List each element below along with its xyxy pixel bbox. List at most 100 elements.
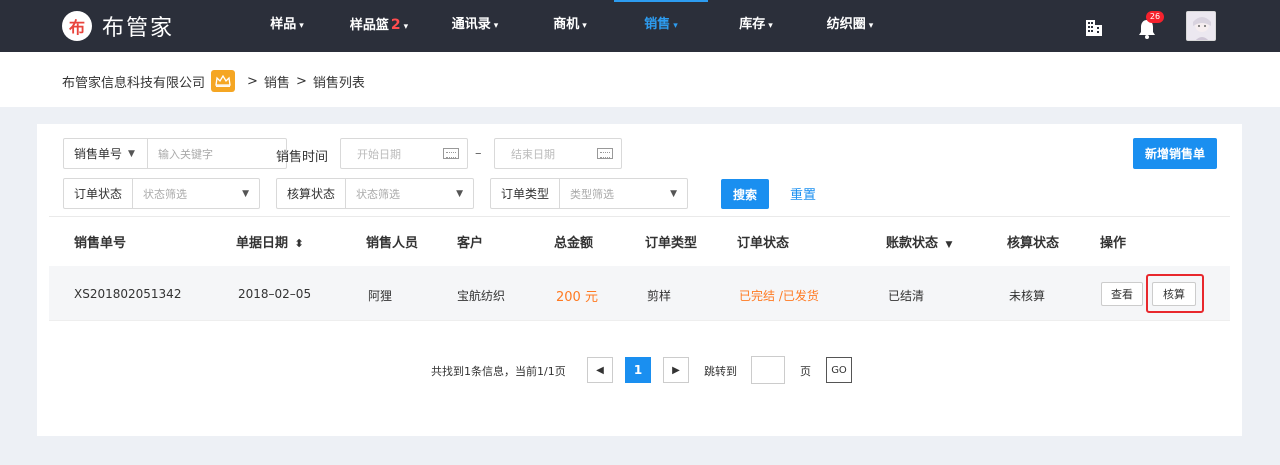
sales-list-panel: 销售单号 ▼ 输入关键字 销售时间 开始日期 – 结束日期 新增销售单 订单状态… [37,124,1242,436]
check-status-filter[interactable]: 核算状态 状态筛选 ▼ [276,178,474,209]
filter-divider [49,216,1230,217]
breadcrumb-separator: > [295,73,307,89]
chevron-down-icon: ▾ [582,21,587,31]
check-status-label: 核算状态 [277,179,347,208]
nav-item-label: 样品篮 [349,18,389,33]
breadcrumb: 布管家信息科技有限公司 > 销售 > 销售列表 [62,70,365,92]
pagination-summary: 共找到1条信息，当前1/1页 [431,365,566,378]
column-header-check-status: 核算状态 [1007,236,1060,251]
chevron-down-icon: ▼ [242,188,249,199]
cell-check-status: 未核算 [1009,289,1046,303]
breadcrumb-company[interactable]: 布管家信息科技有限公司 [62,72,205,91]
notification-count-badge: 26 [1146,11,1164,23]
nav-item-label: 样品 [270,17,297,32]
cell-payment-status: 已结清 [888,289,925,303]
cell-amount: 200 元 [556,290,598,305]
brand-logo-icon: 布 [62,11,92,41]
nav-item-label: 商机 [553,17,580,32]
cell-date: 2018–02–05 [238,287,312,301]
column-header-order-status: 订单状态 [737,236,790,251]
order-status-select[interactable]: 状态筛选 ▼ [133,179,259,208]
nav-item-contacts[interactable]: 通讯录 ▾ [447,0,503,52]
prev-page-button[interactable]: ◀ [587,357,613,383]
calendar-icon [443,148,459,159]
nav-item-textile-circle[interactable]: 纺织圈 ▾ [823,0,877,52]
nav-item-label: 纺织圈 [826,17,866,32]
nav-item-sales[interactable]: 销售 ▾ [614,0,708,52]
top-nav: 布 布管家 样品 ▾ 样品篮 2 ▾ 通讯录 ▾ 商机 ▾ 销售 ▾ 库存 ▾ 纺织圈 ▾ 26 [0,0,1280,52]
chevron-down-icon: ▾ [299,21,304,31]
search-button[interactable]: 搜索 [721,179,769,209]
column-header-date[interactable]: 单据日期 ⬍ [236,232,304,251]
column-header-order-type: 订单类型 [645,236,698,251]
start-date-input[interactable]: 开始日期 [340,138,468,169]
cell-salesperson: 阿狸 [368,289,393,303]
chevron-down-icon: ▾ [673,21,678,31]
check-status-select[interactable]: 状态筛选 ▼ [346,179,473,208]
start-date-placeholder: 开始日期 [357,147,401,161]
date-range-dash: – [475,146,482,161]
nav-item-opportunities[interactable]: 商机 ▾ [550,0,590,52]
check-button[interactable]: 核算 [1152,282,1196,306]
chevron-down-icon: ▾ [403,22,409,32]
column-header-actions: 操作 [1100,236,1127,251]
breadcrumb-separator: > [247,73,258,89]
cell-order-type: 剪样 [647,289,672,303]
sort-icon[interactable]: ⬍ [295,237,304,250]
breadcrumb-bar: 布管家信息科技有限公司 > 销售 > 销售列表 [0,52,1280,107]
building-icon[interactable] [1083,16,1105,38]
next-page-button[interactable]: ▶ [663,357,689,383]
column-header-date-label: 单据日期 [236,236,289,251]
brand-name: 布管家 [102,16,175,41]
chevron-down-icon: ▾ [493,21,499,31]
nav-item-sample-basket[interactable]: 样品篮 2 ▾ [347,0,411,52]
sale-time-label: 销售时间 [276,150,329,165]
chevron-down-icon: ▼ [128,148,135,159]
chevron-down-icon: ▼ [456,188,463,199]
cell-order-no: XS201802051342 [74,287,182,301]
avatar[interactable] [1186,11,1216,41]
column-header-payment-status-label: 账款状态 [886,236,939,251]
order-type-select[interactable]: 类型筛选 ▼ [560,179,687,208]
order-no-placeholder: 输入关键字 [158,147,213,161]
check-status-value: 状态筛选 [356,187,401,201]
order-no-filter: 销售单号 ▼ 输入关键字 [63,138,287,169]
column-header-amount: 总金额 [554,236,594,251]
nav-item-inventory[interactable]: 库存 ▾ [736,0,776,52]
breadcrumb-sales[interactable]: 销售 [264,72,290,91]
column-header-customer: 客户 [457,236,484,251]
order-no-field-select[interactable]: 销售单号 ▼ [64,139,148,168]
page-unit-label: 页 [800,365,811,378]
page-number-current[interactable]: 1 [625,357,651,383]
column-header-salesperson: 销售人员 [366,236,419,251]
order-type-filter[interactable]: 订单类型 类型筛选 ▼ [490,178,688,209]
column-header-payment-status[interactable]: 账款状态 ▼ [886,232,952,251]
cell-customer: 宝航纺织 [457,289,506,303]
order-status-value: 状态筛选 [143,187,188,201]
cell-order-status: 已完结 /已发货 [739,289,819,303]
brand[interactable]: 布 布管家 [62,10,174,42]
end-date-placeholder: 结束日期 [511,147,555,161]
order-status-filter[interactable]: 订单状态 状态筛选 ▼ [63,178,260,209]
view-button[interactable]: 查看 [1101,282,1143,306]
order-type-label: 订单类型 [491,179,561,208]
order-status-label: 订单状态 [64,179,134,208]
order-no-search-input[interactable]: 输入关键字 [148,139,286,168]
order-type-value: 类型筛选 [570,187,615,201]
filter-icon[interactable]: ▼ [946,240,953,250]
page-jump-input[interactable] [751,356,785,384]
go-button[interactable]: GO [826,357,852,383]
chevron-down-icon: ▾ [768,21,773,31]
chevron-down-icon: ▼ [670,188,677,199]
nav-item-label: 库存 [739,17,766,32]
table-row [49,266,1230,321]
chevron-down-icon: ▾ [868,21,874,31]
end-date-input[interactable]: 结束日期 [494,138,622,169]
jump-to-label: 跳转到 [704,365,737,378]
reset-link[interactable]: 重置 [790,184,816,203]
order-no-label: 销售单号 [74,147,123,161]
nav-item-samples[interactable]: 样品 ▾ [266,0,308,52]
new-sales-order-button[interactable]: 新增销售单 [1133,138,1217,169]
column-header-order-no: 销售单号 [74,236,127,251]
nav-item-label: 通讯录 [451,17,491,32]
